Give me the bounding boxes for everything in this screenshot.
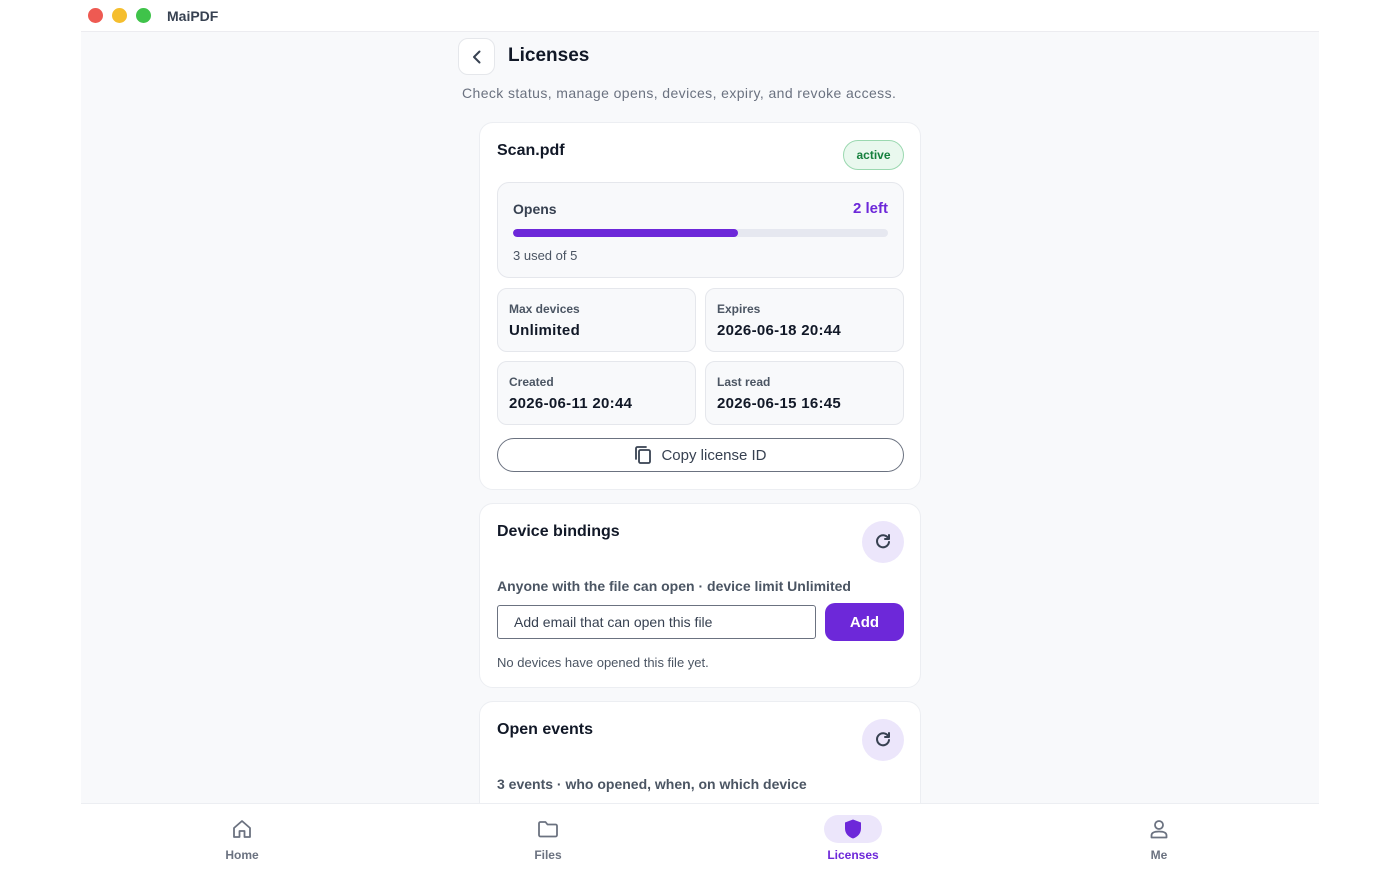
- opens-progress-bar: [513, 229, 888, 237]
- opens-label: Opens: [513, 201, 557, 217]
- copy-license-id-button[interactable]: Copy license ID: [497, 438, 904, 472]
- nav-me[interactable]: Me: [1099, 804, 1219, 875]
- nav-label: Files: [534, 848, 562, 862]
- devices-empty-text: No devices have opened this file yet.: [497, 655, 709, 670]
- app-window: MaiPDF Licenses Check status, manage ope…: [81, 0, 1319, 875]
- nav-label: Home: [225, 848, 259, 862]
- stat-created: Created 2026-06-11 20:44: [497, 361, 696, 425]
- app-title: MaiPDF: [167, 8, 219, 24]
- stat-value: 2026-06-15 16:45: [717, 395, 842, 412]
- open-events-title: Open events: [497, 721, 594, 738]
- device-bindings-description: Anyone with the file can open · device l…: [497, 578, 851, 594]
- copy-icon: [635, 446, 652, 464]
- refresh-events-button[interactable]: [862, 719, 904, 761]
- stat-label: Last read: [717, 375, 771, 389]
- nav-label: Licenses: [827, 848, 879, 862]
- refresh-icon: [876, 732, 890, 747]
- title-bar: MaiPDF: [81, 0, 1319, 32]
- copy-license-id-label: Copy license ID: [661, 446, 767, 464]
- file-name: Scan.pdf: [497, 142, 565, 159]
- open-events-description: 3 events · who opened, when, on which de…: [497, 776, 807, 792]
- stat-last-read: Last read 2026-06-15 16:45: [705, 361, 904, 425]
- bottom-navigation: Home Files Licenses Me: [81, 803, 1319, 875]
- folder-icon: [538, 821, 558, 838]
- nav-label: Me: [1150, 848, 1168, 862]
- license-card: Scan.pdf active Opens 2 left 3 used of 5…: [479, 122, 921, 490]
- stat-label: Expires: [717, 302, 761, 316]
- status-badge: active: [843, 140, 904, 170]
- refresh-icon: [876, 534, 890, 549]
- page-subtitle: Check status, manage opens, devices, exp…: [462, 85, 897, 101]
- opens-remaining: 2 left: [852, 200, 888, 217]
- page-title: Licenses: [508, 45, 590, 66]
- stat-value: 2026-06-18 20:44: [717, 322, 842, 339]
- email-input[interactable]: [497, 605, 816, 639]
- open-events-card: Open events 3 events · who opened, when,…: [479, 701, 921, 803]
- window-minimize-button[interactable]: [112, 8, 127, 23]
- back-button[interactable]: [458, 38, 495, 75]
- window-close-button[interactable]: [88, 8, 103, 23]
- stat-label: Max devices: [509, 302, 580, 316]
- stat-expires: Expires 2026-06-18 20:44: [705, 288, 904, 352]
- window-maximize-button[interactable]: [136, 8, 151, 23]
- stat-value: 2026-06-11 20:44: [509, 395, 633, 412]
- nav-licenses[interactable]: Licenses: [793, 804, 913, 875]
- nav-files[interactable]: Files: [488, 804, 608, 875]
- home-icon: [233, 820, 251, 838]
- device-bindings-title: Device bindings: [497, 523, 620, 540]
- main-content: Licenses Check status, manage opens, dev…: [81, 33, 1319, 803]
- opens-progress-fill: [513, 229, 738, 237]
- stat-value: Unlimited: [509, 322, 581, 339]
- chevron-left-icon: [472, 50, 480, 63]
- opens-panel: Opens 2 left 3 used of 5: [497, 182, 904, 278]
- nav-home[interactable]: Home: [182, 804, 302, 875]
- person-icon: [1150, 820, 1168, 839]
- add-email-button[interactable]: Add: [825, 603, 904, 641]
- shield-icon: [845, 819, 861, 839]
- device-bindings-card: Device bindings Anyone with the file can…: [479, 503, 921, 688]
- refresh-devices-button[interactable]: [862, 521, 904, 563]
- opens-used-text: 3 used of 5: [513, 248, 578, 263]
- stat-max-devices: Max devices Unlimited: [497, 288, 696, 352]
- stat-label: Created: [509, 375, 554, 389]
